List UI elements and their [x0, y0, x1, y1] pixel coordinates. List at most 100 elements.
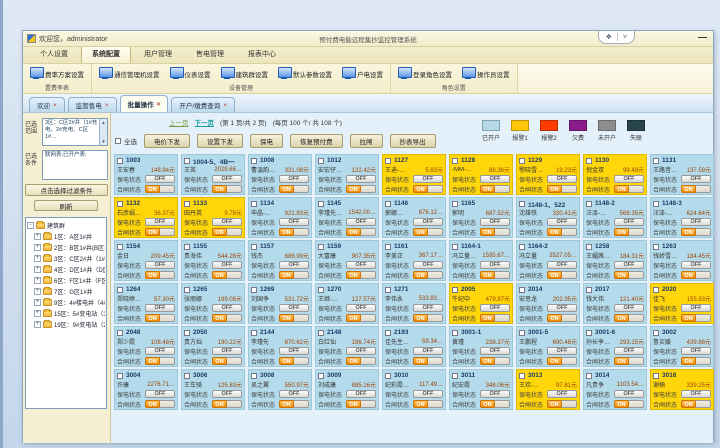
toolbar-button[interactable]: 保电	[250, 134, 283, 148]
switch-state-toggle[interactable]: ON	[212, 228, 242, 236]
meter-card[interactable]: 1128-MM-…88.36元保电状态OFF合闸状态ON	[449, 154, 513, 195]
meter-card[interactable]: 2193佳先生…59.34…保电状态OFF合闸状态ON	[382, 326, 446, 367]
power-protect-toggle[interactable]: OFF	[681, 347, 711, 355]
meter-card[interactable]: 1134申晶-…921.83元保电状态OFF合闸状态ON	[248, 197, 312, 238]
power-protect-toggle[interactable]: OFF	[547, 304, 577, 312]
document-tab[interactable]: 欢迎×	[29, 97, 65, 112]
tree-item[interactable]: +1区：A区1#井	[27, 231, 105, 242]
power-protect-toggle[interactable]: OFF	[413, 390, 443, 398]
power-protect-toggle[interactable]: OFF	[614, 218, 644, 226]
switch-state-toggle[interactable]: ON	[346, 357, 376, 365]
power-protect-toggle[interactable]: OFF	[480, 218, 510, 226]
ribbon-button[interactable]: 操作员设置	[459, 65, 513, 82]
switch-state-toggle[interactable]: ON	[480, 228, 510, 236]
power-protect-toggle[interactable]: OFF	[681, 390, 711, 398]
switch-state-toggle[interactable]: ON	[480, 357, 510, 365]
power-protect-toggle[interactable]: OFF	[413, 261, 443, 269]
meter-card[interactable]: 1157钱杰686.99元保电状态OFF合闸状态ON	[248, 240, 312, 281]
switch-state-toggle[interactable]: ON	[145, 314, 175, 322]
card-checkbox[interactable]	[385, 287, 391, 293]
switch-state-toggle[interactable]: ON	[279, 228, 309, 236]
card-checkbox[interactable]	[653, 330, 659, 336]
scroll-down-icon[interactable]: ▼	[101, 138, 105, 145]
card-checkbox[interactable]	[452, 330, 458, 336]
meter-card[interactable]: 1164-1冯立量…1595.67…保电状态OFF合闸状态ON	[449, 240, 513, 281]
toolbar-button[interactable]: 恢复预付费	[290, 134, 343, 148]
switch-state-toggle[interactable]: ON	[681, 357, 711, 365]
switch-state-toggle[interactable]: ON	[413, 228, 443, 236]
expand-icon[interactable]: +	[34, 266, 41, 273]
power-protect-toggle[interactable]: OFF	[279, 175, 309, 183]
switch-state-toggle[interactable]: ON	[279, 400, 309, 408]
card-checkbox[interactable]	[117, 373, 123, 379]
card-checkbox[interactable]	[586, 330, 592, 336]
card-checkbox[interactable]	[385, 158, 391, 164]
switch-state-toggle[interactable]: ON	[413, 185, 443, 193]
toolbar-button[interactable]: 拉闸	[350, 134, 383, 148]
switch-state-toggle[interactable]: ON	[614, 400, 644, 408]
meter-card[interactable]: 2017钱大伟121.40元保电状态OFF合闸状态ON	[583, 283, 647, 324]
meter-card[interactable]: 1269刘国争531.72元保电状态OFF合闸状态ON	[248, 283, 312, 324]
card-checkbox[interactable]	[184, 244, 190, 250]
meter-card[interactable]: 2050贵方灿190.22元保电状态OFF合闸状态ON	[181, 326, 245, 367]
card-checkbox[interactable]	[385, 330, 391, 336]
power-protect-toggle[interactable]: OFF	[480, 175, 510, 183]
meter-card[interactable]: 3002鲁买媛439.88元保电状态OFF合闸状态ON	[650, 326, 714, 367]
power-protect-toggle[interactable]: OFF	[145, 347, 175, 355]
ribbon-button[interactable]: 默认参数设置	[275, 65, 335, 82]
power-protect-toggle[interactable]: OFF	[145, 390, 175, 398]
menu-item[interactable]: 用户管理	[133, 46, 183, 63]
document-tab[interactable]: 监管售电×	[68, 97, 117, 112]
menu-item[interactable]: 报表中心	[237, 46, 287, 63]
card-checkbox[interactable]	[586, 158, 592, 164]
card-checkbox[interactable]	[519, 158, 525, 164]
menu-item[interactable]: 个人设置	[29, 46, 79, 63]
card-checkbox[interactable]	[184, 158, 190, 164]
card-checkbox[interactable]	[586, 287, 592, 293]
meter-card[interactable]: 2005牛纪中479.87元保电状态OFF合闸状态ON	[449, 283, 513, 324]
card-checkbox[interactable]	[318, 244, 324, 250]
switch-state-toggle[interactable]: ON	[614, 314, 644, 322]
switch-state-toggle[interactable]: ON	[145, 185, 175, 193]
card-checkbox[interactable]	[251, 373, 257, 379]
power-protect-toggle[interactable]: OFF	[547, 390, 577, 398]
power-protect-toggle[interactable]: OFF	[145, 175, 175, 183]
meter-card[interactable]: 3009刘成康885.16元保电状态OFF合闸状态ON	[315, 369, 379, 410]
power-protect-toggle[interactable]: OFF	[145, 261, 175, 269]
power-protect-toggle[interactable]: OFF	[614, 261, 644, 269]
meter-card[interactable]: 3001-1黄瑾238.37元保电状态OFF合闸状态ON	[449, 326, 513, 367]
toolbar-button[interactable]: 抄表导出	[390, 134, 436, 148]
meter-card[interactable]: 1165郭明687.52元保电状态OFF合闸状态ON	[449, 197, 513, 238]
card-checkbox[interactable]	[117, 244, 123, 250]
card-checkbox[interactable]	[117, 158, 123, 164]
meter-card[interactable]: 3006王车骑125.83元保电状态OFF合闸状态ON	[181, 369, 245, 410]
switch-state-toggle[interactable]: ON	[413, 400, 443, 408]
card-checkbox[interactable]	[452, 158, 458, 164]
card-checkbox[interactable]	[653, 373, 659, 379]
switch-state-toggle[interactable]: ON	[212, 185, 242, 193]
switch-state-toggle[interactable]: ON	[480, 185, 510, 193]
ribbon-button[interactable]: 仪表设置	[167, 65, 214, 82]
card-checkbox[interactable]	[318, 201, 324, 207]
ribbon-button[interactable]: 通信管理机设置	[96, 65, 163, 82]
meter-card[interactable]: 1012安宏仔…122.42元保电状态OFF合闸状态ON	[315, 154, 379, 195]
meter-card[interactable]: 1003王安春148.94元保电状态OFF合闸状态ON	[114, 154, 178, 195]
meter-card[interactable]: 3016谢楠339.25元保电状态OFF合闸状态ON	[650, 369, 714, 410]
meter-card[interactable]: 1004-5、4B一王英2029.66…保电状态OFF合闸状态ON	[181, 154, 245, 195]
card-checkbox[interactable]	[519, 373, 525, 379]
power-protect-toggle[interactable]: OFF	[547, 347, 577, 355]
card-checkbox[interactable]	[653, 201, 659, 207]
meter-card[interactable]: 1271李伟永533.83…保电状态OFF合闸状态ON	[382, 283, 446, 324]
meter-card[interactable]: 1161李美正367.17…保电状态OFF合闸状态ON	[382, 240, 446, 281]
switch-state-toggle[interactable]: ON	[547, 357, 577, 365]
switch-state-toggle[interactable]: ON	[547, 271, 577, 279]
close-icon[interactable]: ×	[157, 101, 161, 108]
power-protect-toggle[interactable]: OFF	[212, 261, 242, 269]
switch-state-toggle[interactable]: ON	[346, 271, 376, 279]
card-checkbox[interactable]	[385, 201, 391, 207]
meter-card[interactable]: 3004许康2276.71…保电状态OFF合闸状态ON	[114, 369, 178, 410]
power-protect-toggle[interactable]: OFF	[279, 261, 309, 269]
switch-state-toggle[interactable]: ON	[681, 271, 711, 279]
power-protect-toggle[interactable]: OFF	[145, 218, 175, 226]
scrollbar[interactable]: ▲ ▼	[99, 119, 107, 145]
